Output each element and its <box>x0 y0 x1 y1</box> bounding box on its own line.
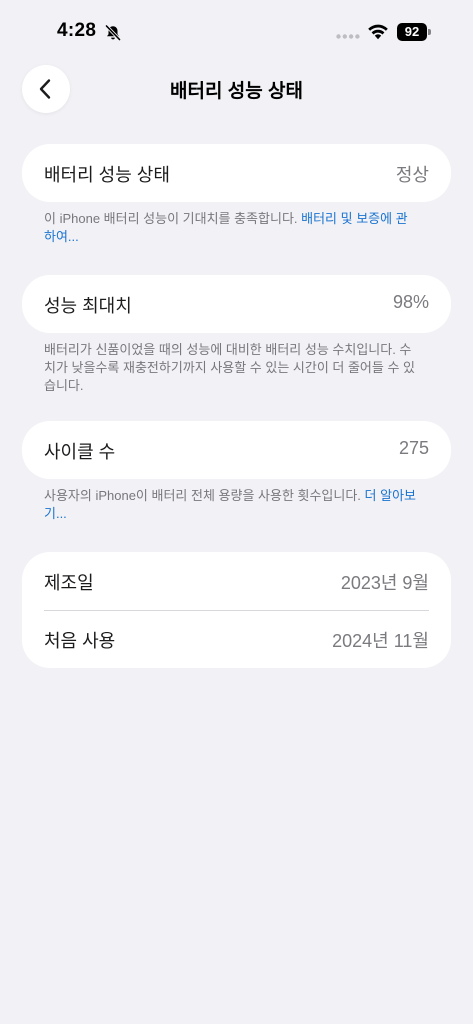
cycle-count-label: 사이클 수 <box>44 442 116 462</box>
battery-health-footnote-text: 이 iPhone 배터리 성능이 기대치를 충족합니다. <box>44 211 302 226</box>
first-use-label: 처음 사용 <box>44 631 116 651</box>
battery-health-label: 배터리 성능 상태 <box>44 165 170 185</box>
manufacture-date-row[interactable]: 제조일 2023년 9월 <box>22 552 451 610</box>
manufacture-date-value: 2023년 9월 <box>340 573 429 593</box>
maximum-capacity-footnote: 배터리가 신품이었을 때의 성능에 대비한 배터리 성능 수치입니다. 수치가 … <box>44 341 419 395</box>
first-use-row[interactable]: 처음 사용 2024년 11월 <box>22 610 451 668</box>
status-bar: 4:28 92 <box>0 0 473 64</box>
battery-health-value: 정상 <box>395 165 429 185</box>
battery-health-card: 배터리 성능 상태 정상 <box>22 144 451 202</box>
maximum-capacity-label: 성능 최대치 <box>44 296 132 316</box>
battery-dates-card: 제조일 2023년 9월 처음 사용 2024년 11월 <box>22 552 451 668</box>
cycle-count-footnote: 사용자의 iPhone이 배터리 전체 용량을 사용한 횟수입니다. 더 알아보… <box>44 487 419 523</box>
bell-slash-icon <box>105 24 121 41</box>
battery-health-footnote: 이 iPhone 배터리 성능이 기대치를 충족합니다. 배터리 및 보증에 관… <box>44 210 419 246</box>
first-use-value: 2024년 11월 <box>332 631 429 651</box>
maximum-capacity-footnote-text: 배터리가 신품이었을 때의 성능에 대비한 배터리 성능 수치입니다. 수치가 … <box>44 342 415 393</box>
maximum-capacity-value: 98% <box>392 292 429 312</box>
cycle-count-row[interactable]: 사이클 수 275 <box>22 421 451 479</box>
cycle-count-card: 사이클 수 275 <box>22 421 451 479</box>
cycle-count-footnote-text: 사용자의 iPhone이 배터리 전체 용량을 사용한 횟수입니다. <box>44 488 365 503</box>
page-title: 배터리 성능 상태 <box>170 81 303 102</box>
maximum-capacity-row[interactable]: 성능 최대치 98% <box>22 275 451 333</box>
battery-icon: 92 <box>397 23 431 41</box>
manufacture-date-label: 제조일 <box>44 573 94 593</box>
cellular-signal-icon <box>336 34 360 39</box>
battery-level: 92 <box>397 23 427 41</box>
cycle-count-value: 275 <box>398 438 429 458</box>
wifi-icon <box>368 24 388 40</box>
status-time: 4:28 <box>57 20 97 41</box>
battery-health-row[interactable]: 배터리 성능 상태 정상 <box>22 144 451 202</box>
maximum-capacity-card: 성능 최대치 98% <box>22 275 451 333</box>
battery-tip <box>428 29 431 35</box>
